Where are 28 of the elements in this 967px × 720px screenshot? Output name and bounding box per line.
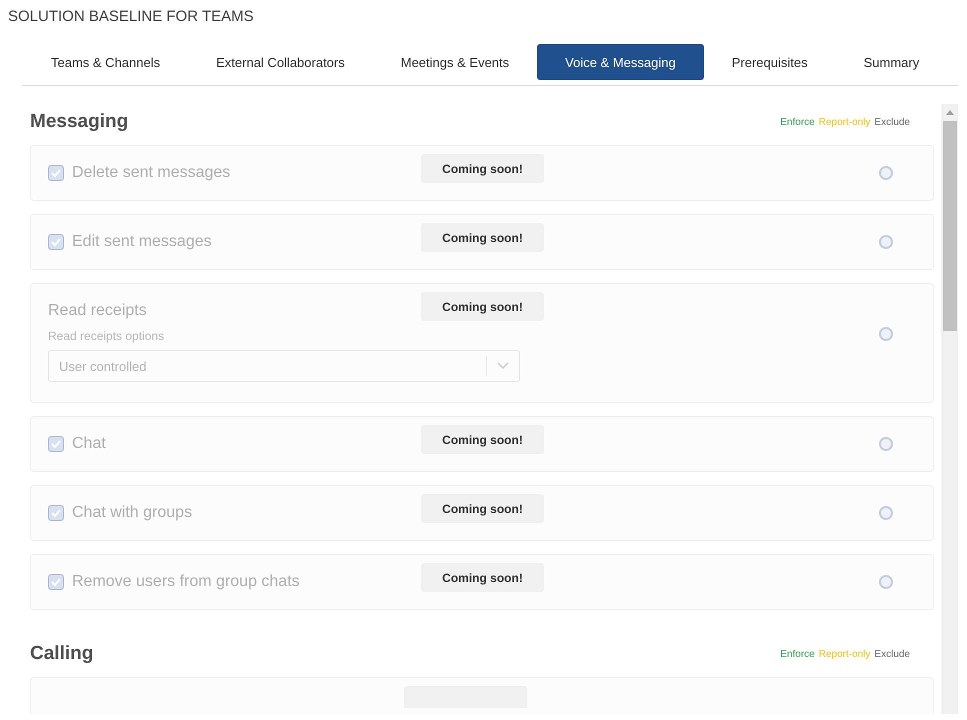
- legend-label: Enforce: [780, 116, 815, 128]
- legend-label: Exclude: [874, 648, 910, 660]
- coming-soon-badge: Coming soon!: [421, 223, 544, 252]
- legend-label: Exclude: [874, 116, 910, 128]
- tab[interactable]: Voice & Messaging: [537, 44, 704, 80]
- tab[interactable]: Teams & Channels: [23, 44, 188, 80]
- coming-soon-badge: Coming soon!: [421, 494, 544, 523]
- coming-soon-badge: Coming soon!: [421, 425, 544, 454]
- section-heading: Messaging: [30, 111, 128, 133]
- setting-label: Remove users from group chats: [72, 573, 300, 591]
- tab[interactable]: Summary: [836, 44, 948, 80]
- legend-label: Report-only: [818, 648, 870, 660]
- legend-label: Report-only: [818, 116, 870, 128]
- page-title: SOLUTION BASELINE FOR TEAMS: [7, 7, 255, 27]
- tab[interactable]: Prerequisites: [704, 44, 836, 80]
- setting-label: Chat with groups: [72, 504, 192, 522]
- tab[interactable]: External Collaborators: [188, 44, 373, 80]
- section-heading: Calling: [30, 643, 94, 665]
- setting-label: Read receipts: [48, 302, 148, 320]
- tab[interactable]: Meetings & Events: [372, 44, 538, 80]
- setting-label: Chat: [72, 435, 106, 453]
- setting-label: Delete sent messages: [72, 164, 230, 182]
- field-label: Read receipts options: [48, 329, 166, 343]
- coming-soon-badge: Coming soon!: [421, 563, 544, 592]
- legend-label: Enforce: [780, 648, 815, 660]
- coming-soon-badge: Coming soon!: [421, 154, 544, 183]
- setting-label: Edit sent messages: [72, 233, 212, 251]
- coming-soon-badge: Coming soon!: [421, 292, 544, 321]
